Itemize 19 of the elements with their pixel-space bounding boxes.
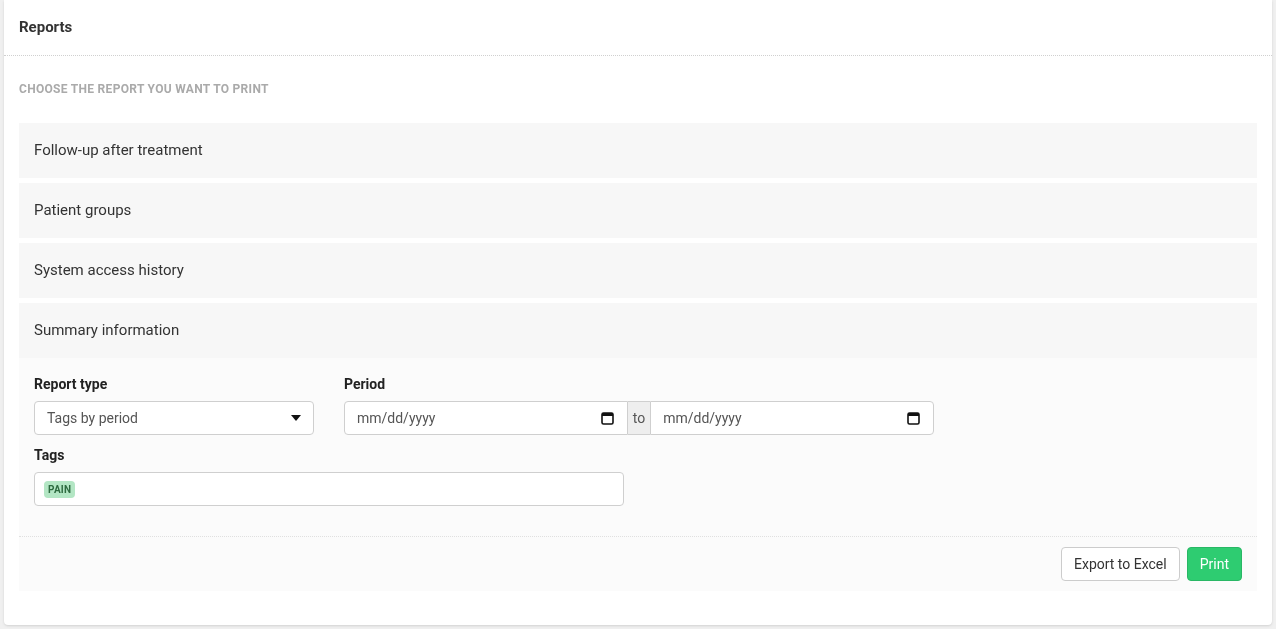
tag: PAIN (44, 480, 76, 498)
report-header[interactable]: Patient groups (19, 183, 1257, 238)
field-label: Period (344, 375, 387, 394)
report-header[interactable]: System access history (19, 243, 1257, 298)
export-button[interactable]: Export to Excel (1061, 547, 1180, 581)
range-separator: to (627, 401, 651, 435)
tags-field[interactable]: PAIN (34, 472, 624, 506)
date-field[interactable]: mm/dd/yyyy (344, 401, 628, 435)
field-label: Report type (34, 375, 109, 394)
caret-icon (291, 415, 301, 421)
section-label: CHOOSE THE REPORT YOU WANT TO PRINT (19, 81, 270, 98)
page-title: Reports (19, 17, 73, 39)
report-type-select[interactable]: Tags by period (34, 401, 314, 435)
calendar-icon[interactable] (600, 411, 614, 425)
date-field[interactable]: mm/dd/yyyy (650, 401, 934, 435)
field-label: Tags (34, 446, 66, 465)
report-header[interactable]: Summary information (19, 303, 1257, 358)
report-header[interactable]: Follow-up after treatment (19, 123, 1257, 178)
calendar-icon[interactable] (907, 411, 920, 425)
